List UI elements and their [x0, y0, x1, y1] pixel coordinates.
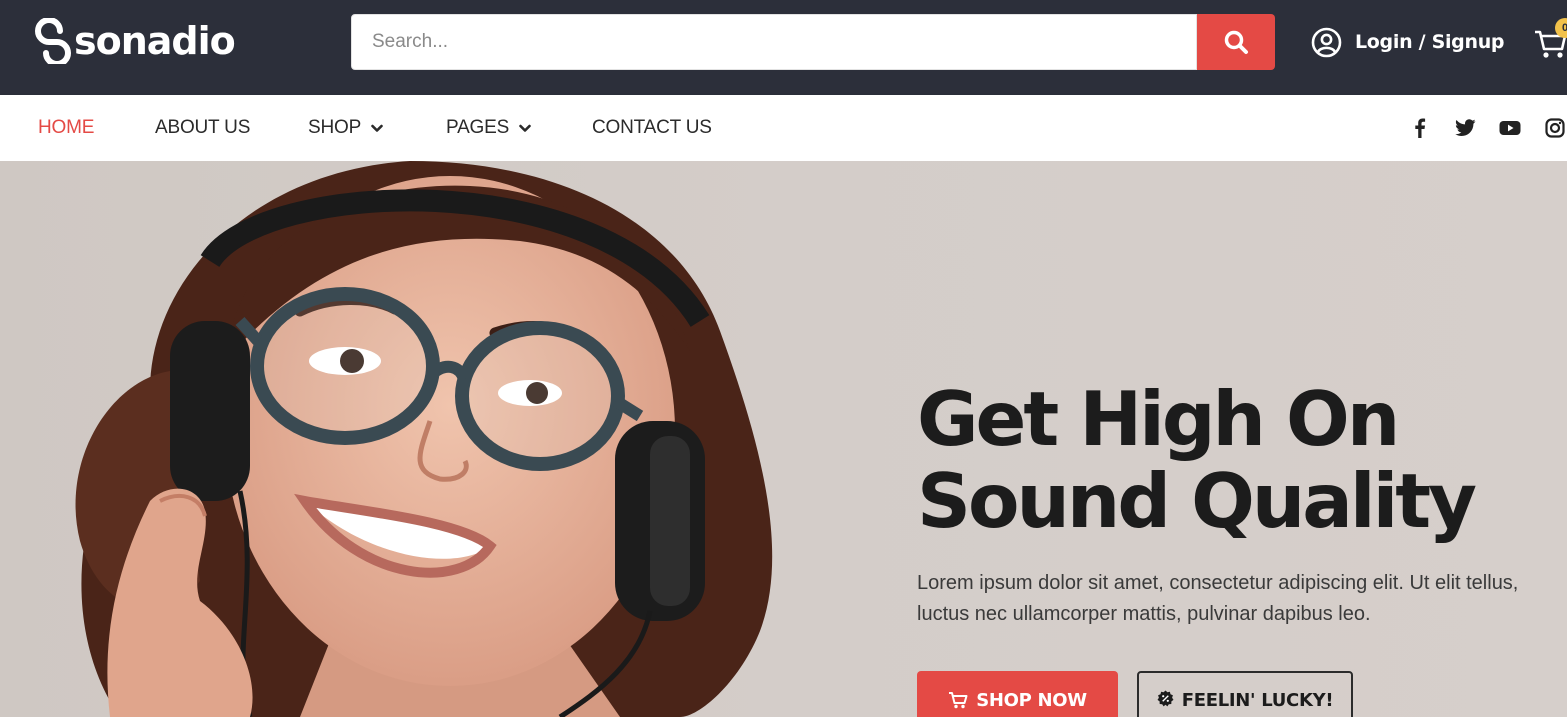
youtube-link[interactable]: [1499, 95, 1521, 161]
nav-item-pages[interactable]: PAGES: [446, 95, 531, 161]
nav-item-contact-us[interactable]: CONTACT US: [592, 95, 712, 161]
discount-badge-icon: [1157, 690, 1174, 707]
search-bar: [351, 14, 1275, 70]
hero-title-line-1: Get High On: [917, 375, 1400, 463]
nav-item-label: HOME: [38, 117, 95, 138]
logo-mark-icon: [35, 18, 71, 64]
feelin-lucky-button[interactable]: FEELIN' LUCKY!: [1137, 671, 1353, 717]
nav-item-label: PAGES: [446, 117, 510, 138]
shop-now-label: SHOP NOW: [976, 690, 1087, 711]
hero-description: Lorem ipsum dolor sit amet, consectetur …: [917, 572, 1519, 625]
nav-item-label: ABOUT US: [155, 117, 251, 138]
cart-icon: [948, 690, 968, 710]
nav-item-label: CONTACT US: [592, 117, 712, 138]
nav-item-about-us[interactable]: ABOUT US: [155, 95, 250, 161]
logo[interactable]: sonadio: [30, 18, 236, 64]
user-circle-icon: [1311, 27, 1342, 57]
chevron-down-icon: [371, 124, 383, 133]
feelin-lucky-label: FEELIN' LUCKY!: [1181, 690, 1334, 711]
search-button[interactable]: [1197, 14, 1275, 70]
search-icon: [1224, 30, 1248, 54]
login-signup-link[interactable]: Login / Signup: [1311, 24, 1505, 60]
nav-item-home[interactable]: HOME: [38, 95, 94, 161]
login-signup-label: Login / Signup: [1355, 31, 1505, 53]
youtube-icon: [1499, 121, 1521, 135]
search-input[interactable]: [351, 14, 1197, 70]
chevron-down-icon: [519, 124, 531, 133]
facebook-link[interactable]: [1411, 95, 1429, 161]
twitter-icon: [1455, 119, 1476, 136]
nav-item-label: SHOP: [308, 117, 362, 138]
facebook-icon: [1415, 118, 1426, 138]
hero-title-line-2: Sound Quality: [917, 457, 1477, 545]
shop-now-button[interactable]: SHOP NOW: [917, 671, 1118, 717]
hero-title: Get High On Sound Quality: [917, 378, 1557, 542]
nav-item-shop[interactable]: SHOP: [308, 95, 383, 161]
top-header: sonadio Login / Signup 0: [0, 0, 1567, 95]
instagram-icon: [1545, 118, 1565, 138]
instagram-link[interactable]: [1545, 95, 1565, 161]
cart-button[interactable]: 0: [1533, 18, 1567, 62]
twitter-link[interactable]: [1455, 95, 1476, 161]
logo-text: sonadio: [74, 19, 236, 63]
hero-woman-headphones-image: [75, 161, 773, 717]
